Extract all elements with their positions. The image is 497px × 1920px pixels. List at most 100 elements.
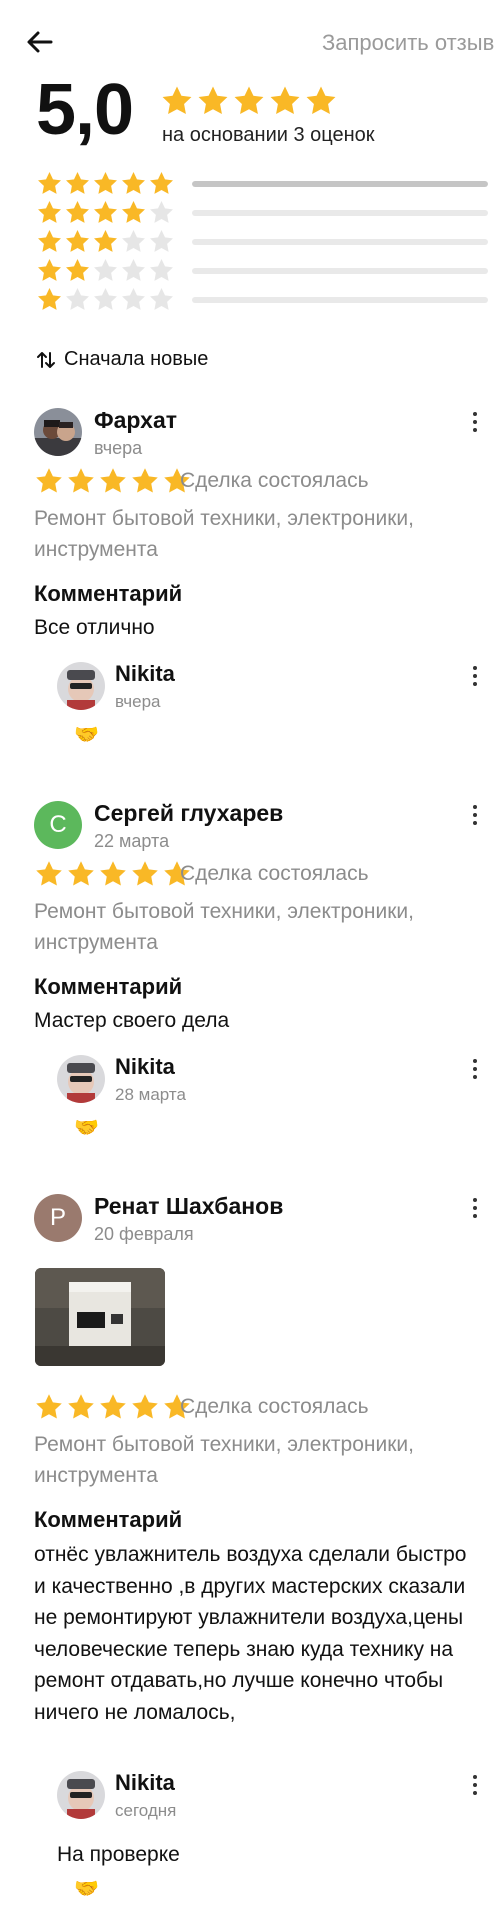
reply-author: Nikita xyxy=(115,661,175,686)
star-filled-icon xyxy=(100,861,126,886)
star-filled-icon xyxy=(94,230,117,252)
distribution-count: 3 xyxy=(478,172,497,195)
average-rating: 5,0 xyxy=(36,70,134,150)
star-empty-icon xyxy=(122,288,145,310)
star-empty-icon xyxy=(122,259,145,281)
avatar-photo xyxy=(57,662,105,710)
star-empty-icon xyxy=(150,230,173,252)
handshake-icon[interactable]: 🤝 xyxy=(74,722,99,747)
star-filled-icon xyxy=(132,468,158,493)
reply-date: сегодня xyxy=(115,1801,177,1820)
reviewer-name[interactable]: Ренат Шахбанов xyxy=(94,1193,283,1220)
reviewer-avatar[interactable]: С xyxy=(34,801,82,849)
star-empty-icon xyxy=(122,230,145,252)
star-filled-icon xyxy=(66,230,89,252)
reply-date: 28 марта xyxy=(115,1085,186,1104)
distribution-row-2: 0 xyxy=(36,257,488,285)
star-filled-icon xyxy=(162,86,192,115)
rating-basis-text: на основании 3 оценок xyxy=(162,124,375,146)
star-filled-icon xyxy=(66,201,89,223)
reply-author: Nikita xyxy=(115,1054,175,1079)
handshake-icon[interactable]: 🤝 xyxy=(74,1115,99,1140)
star-filled-icon xyxy=(234,86,264,115)
star-filled-icon xyxy=(132,861,158,886)
star-filled-icon xyxy=(36,1394,62,1419)
review-photo[interactable] xyxy=(35,1268,165,1366)
reply-author: Nikita xyxy=(115,1770,175,1795)
sort-button[interactable]: Сначала новые xyxy=(36,348,208,371)
service-category: Ремонт бытовой техники, электроники, инс… xyxy=(34,900,414,954)
star-filled-icon xyxy=(38,259,61,281)
star-filled-icon xyxy=(150,172,173,194)
distribution-stars xyxy=(36,286,175,313)
star-filled-icon xyxy=(36,861,62,886)
request-reviews-link[interactable]: Запросить отзыв xyxy=(322,30,494,56)
more-options-icon[interactable] xyxy=(463,1196,487,1220)
reply-avatar[interactable] xyxy=(57,1055,105,1103)
comment-title: Комментарий xyxy=(34,1507,183,1532)
review-date: 20 февраля xyxy=(94,1224,194,1244)
review-stars xyxy=(34,466,192,496)
distribution-bar xyxy=(192,268,488,274)
star-filled-icon xyxy=(66,172,89,194)
distribution-bar xyxy=(192,181,488,187)
more-options-icon[interactable] xyxy=(463,803,487,827)
distribution-stars xyxy=(36,257,175,284)
star-empty-icon xyxy=(150,288,173,310)
back-arrow-icon[interactable] xyxy=(24,26,56,58)
distribution-count: 0 xyxy=(478,259,497,282)
star-filled-icon xyxy=(198,86,228,115)
distribution-row-3: 0 xyxy=(36,228,488,256)
distribution-row-1: 0 xyxy=(36,286,488,314)
star-empty-icon xyxy=(66,288,89,310)
distribution-row-5: 3 xyxy=(36,170,488,198)
reviewer-name[interactable]: Сергей глухарев xyxy=(94,800,283,827)
star-filled-icon xyxy=(100,1394,126,1419)
reply-text: На проверке xyxy=(57,1843,180,1866)
reviewer-name[interactable]: Фархат xyxy=(94,407,177,434)
distribution-count: 0 xyxy=(478,201,497,224)
handshake-icon[interactable]: 🤝 xyxy=(74,1876,99,1901)
star-filled-icon xyxy=(94,172,117,194)
distribution-row-4: 0 xyxy=(36,199,488,227)
star-filled-icon xyxy=(132,1394,158,1419)
reply-avatar[interactable] xyxy=(57,662,105,710)
star-filled-icon xyxy=(270,86,300,115)
distribution-stars xyxy=(36,228,175,255)
star-empty-icon xyxy=(94,288,117,310)
humidifier-photo xyxy=(35,1268,165,1366)
star-filled-icon xyxy=(38,288,61,310)
more-options-icon[interactable] xyxy=(463,1057,487,1081)
distribution-bar xyxy=(192,210,488,216)
deal-status: Сделка состоялась xyxy=(180,862,369,885)
sort-label: Сначала новые xyxy=(64,348,209,370)
star-filled-icon xyxy=(66,259,89,281)
comment-text: Мастер своего дела xyxy=(34,1009,230,1032)
star-filled-icon xyxy=(38,201,61,223)
star-empty-icon xyxy=(94,259,117,281)
star-filled-icon xyxy=(68,468,94,493)
star-filled-icon xyxy=(36,468,62,493)
star-filled-icon xyxy=(122,172,145,194)
star-filled-icon xyxy=(68,1394,94,1419)
more-options-icon[interactable] xyxy=(463,664,487,688)
star-filled-icon xyxy=(94,201,117,223)
reply-avatar[interactable] xyxy=(57,1771,105,1819)
average-rating-stars xyxy=(160,84,338,118)
star-empty-icon xyxy=(150,259,173,281)
sort-arrows-icon xyxy=(37,351,55,368)
avatar-photo xyxy=(34,408,82,456)
star-filled-icon xyxy=(122,201,145,223)
distribution-bar xyxy=(192,239,488,245)
review-stars xyxy=(34,859,192,889)
comment-title: Комментарий xyxy=(34,581,183,606)
more-options-icon[interactable] xyxy=(463,410,487,434)
review-date: вчера xyxy=(94,438,143,458)
star-filled-icon xyxy=(306,86,336,115)
review-date: 22 марта xyxy=(94,831,170,851)
star-filled-icon xyxy=(38,230,61,252)
more-options-icon[interactable] xyxy=(463,1773,487,1797)
reviewer-avatar[interactable] xyxy=(34,408,82,456)
avatar-photo xyxy=(57,1055,105,1103)
reviewer-avatar[interactable]: Р xyxy=(34,1194,82,1242)
